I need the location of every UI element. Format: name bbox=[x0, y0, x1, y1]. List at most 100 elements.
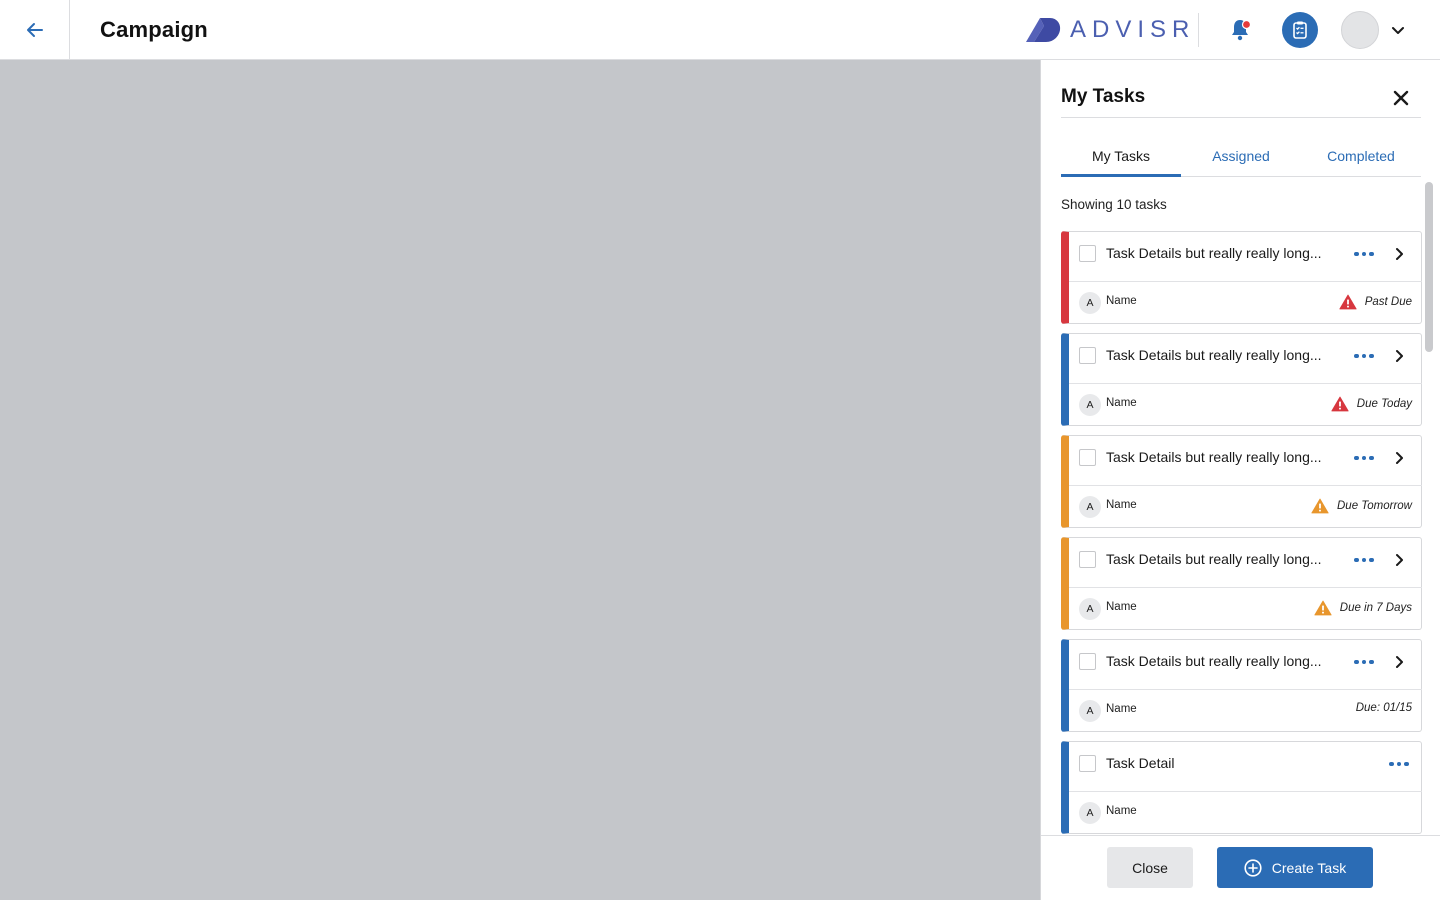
task-checkbox[interactable] bbox=[1079, 347, 1096, 364]
dot-icon bbox=[1369, 557, 1374, 563]
dot-icon bbox=[1404, 761, 1409, 767]
tasks-button[interactable] bbox=[1282, 12, 1318, 48]
chevron-right-icon bbox=[1396, 350, 1403, 362]
tab-assigned[interactable]: Assigned bbox=[1181, 140, 1301, 176]
dot-icon bbox=[1389, 761, 1394, 767]
drawer-close-button[interactable] bbox=[1389, 86, 1413, 110]
dot-icon bbox=[1369, 353, 1374, 359]
close-icon bbox=[1393, 90, 1409, 106]
more-options-button[interactable] bbox=[1350, 552, 1378, 568]
tab-completed[interactable]: Completed bbox=[1301, 140, 1421, 176]
assignee-name: Name bbox=[1106, 295, 1137, 307]
task-card-header: Task Details but really really long... bbox=[1069, 232, 1422, 282]
task-count: Showing 10 tasks bbox=[1061, 197, 1167, 212]
due-status: Due Tomorrow bbox=[1311, 498, 1412, 514]
dot-icon bbox=[1369, 455, 1374, 461]
task-title: Task Details but really really long... bbox=[1106, 653, 1322, 669]
top-bar: Campaign ADVISR bbox=[0, 0, 1440, 60]
due-status: Due: 01/15 bbox=[1356, 702, 1412, 714]
task-checkbox[interactable] bbox=[1079, 449, 1096, 466]
task-checkbox[interactable] bbox=[1079, 755, 1096, 772]
close-button[interactable]: Close bbox=[1107, 847, 1193, 888]
more-options-button[interactable] bbox=[1350, 348, 1378, 364]
drawer-divider bbox=[1061, 117, 1421, 118]
more-options-button[interactable] bbox=[1350, 246, 1378, 262]
task-title: Task Details but really really long... bbox=[1106, 449, 1322, 465]
notifications-button[interactable] bbox=[1226, 16, 1254, 44]
open-task-button[interactable] bbox=[1389, 652, 1409, 672]
dot-icon bbox=[1354, 659, 1359, 665]
task-card-header: Task Details but really really long... bbox=[1069, 334, 1422, 384]
task-card[interactable]: Task Details but really really long... A N… bbox=[1061, 435, 1422, 528]
dot-icon bbox=[1361, 251, 1367, 257]
more-options-button[interactable] bbox=[1350, 450, 1378, 466]
back-button[interactable] bbox=[0, 0, 70, 59]
open-task-button[interactable] bbox=[1389, 244, 1409, 264]
create-task-label: Create Task bbox=[1271, 859, 1347, 876]
task-card[interactable]: Task Details but really really long... A N… bbox=[1061, 333, 1422, 426]
task-card-header: Task Details but really really long... bbox=[1069, 538, 1422, 588]
page-title: Campaign bbox=[100, 17, 208, 42]
assignee-name: Name bbox=[1106, 397, 1137, 409]
due-status: Due Today bbox=[1331, 396, 1412, 412]
dot-icon bbox=[1361, 353, 1367, 359]
more-options-button[interactable] bbox=[1385, 756, 1413, 772]
task-card-footer: A Name Past Due bbox=[1069, 283, 1422, 323]
task-tabs: My Tasks Assigned Completed bbox=[1061, 140, 1421, 177]
due-label: Due Today bbox=[1356, 398, 1412, 410]
assignee-avatar: A bbox=[1079, 598, 1101, 620]
chevron-right-icon bbox=[1396, 452, 1403, 464]
header-divider bbox=[1198, 13, 1199, 47]
assignee-name: Name bbox=[1106, 805, 1137, 817]
task-card[interactable]: Task Details but really really long... A N… bbox=[1061, 231, 1422, 324]
due-label: Past Due bbox=[1364, 296, 1412, 308]
due-label: Due: 01/15 bbox=[1355, 702, 1412, 714]
user-avatar[interactable] bbox=[1341, 11, 1379, 49]
dot-icon bbox=[1369, 659, 1374, 665]
open-task-button[interactable] bbox=[1389, 346, 1409, 366]
task-card[interactable]: Task Detail A Name bbox=[1061, 741, 1422, 834]
assignee-avatar: A bbox=[1079, 802, 1101, 824]
chevron-right-icon bbox=[1396, 554, 1403, 566]
dot-icon bbox=[1361, 659, 1367, 665]
task-title: Task Details but really really long... bbox=[1106, 551, 1322, 567]
task-checkbox[interactable] bbox=[1079, 551, 1096, 568]
due-label: Due Tomorrow bbox=[1337, 500, 1412, 512]
dot-icon bbox=[1361, 557, 1367, 563]
task-card[interactable]: Task Details but really really long... A N… bbox=[1061, 537, 1422, 630]
scrollbar-thumb[interactable] bbox=[1425, 182, 1433, 352]
task-checkbox[interactable] bbox=[1079, 653, 1096, 670]
assignee-avatar: A bbox=[1079, 700, 1101, 722]
tab-my-tasks[interactable]: My Tasks bbox=[1061, 140, 1181, 177]
assignee-avatar: A bbox=[1079, 496, 1101, 518]
more-options-button[interactable] bbox=[1350, 654, 1378, 670]
task-card-footer: A Name bbox=[1069, 793, 1422, 833]
task-card-header: Task Details but really really long... bbox=[1069, 640, 1422, 690]
task-card-header: Task Details but really really long... bbox=[1069, 436, 1422, 486]
assignee-name: Name bbox=[1106, 703, 1137, 715]
dot-icon bbox=[1354, 353, 1359, 359]
assignee-name: Name bbox=[1106, 601, 1137, 613]
dot-icon bbox=[1354, 557, 1359, 563]
logo-text: ADVISR bbox=[1070, 16, 1196, 43]
task-list: Task Details but really really long... A N… bbox=[1061, 231, 1422, 835]
warning-icon bbox=[1339, 294, 1357, 310]
warning-icon bbox=[1311, 498, 1329, 514]
advisr-logo: ADVISR bbox=[1026, 14, 1195, 46]
create-task-button[interactable]: Create Task bbox=[1217, 847, 1373, 888]
open-task-button[interactable] bbox=[1389, 448, 1409, 468]
drawer-footer: Close Create Task bbox=[1041, 835, 1440, 900]
open-task-button[interactable] bbox=[1389, 550, 1409, 570]
bell-icon bbox=[1232, 19, 1252, 41]
task-card-header: Task Detail bbox=[1069, 742, 1422, 792]
user-menu-toggle[interactable] bbox=[1388, 20, 1408, 40]
task-card-footer: A Name Due Tomorrow bbox=[1069, 487, 1422, 527]
drawer-title: My Tasks bbox=[1061, 86, 1146, 107]
assignee-name: Name bbox=[1106, 499, 1137, 511]
task-card[interactable]: Task Details but really really long... A N… bbox=[1061, 639, 1422, 732]
due-label: Due in 7 Days bbox=[1339, 602, 1412, 614]
due-status: Past Due bbox=[1339, 294, 1412, 310]
task-checkbox[interactable] bbox=[1079, 245, 1096, 262]
modal-backdrop[interactable] bbox=[0, 60, 1041, 900]
task-card-footer: A Name Due: 01/15 bbox=[1069, 691, 1422, 731]
